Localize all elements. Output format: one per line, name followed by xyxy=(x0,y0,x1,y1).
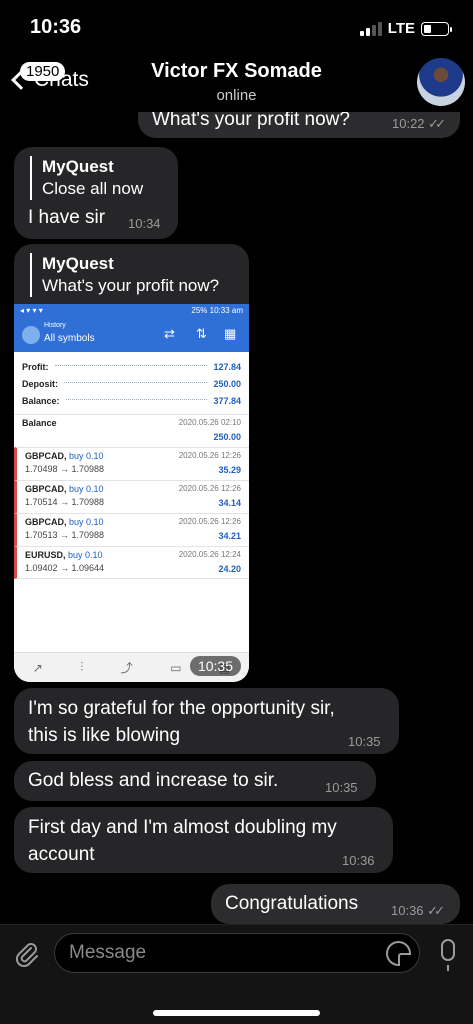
message-time: 10:35 xyxy=(189,656,241,676)
message-input[interactable] xyxy=(55,934,355,972)
battery-icon xyxy=(421,21,452,36)
home-indicator xyxy=(153,1010,320,1016)
chart-icon: ⫶ xyxy=(80,660,84,674)
message-text: Congratulations xyxy=(225,893,359,914)
chat-status: online xyxy=(216,87,257,104)
message-bubble-incoming[interactable]: God bless and increase to sir. 10:35 xyxy=(14,761,376,801)
app-logo-icon xyxy=(22,326,40,344)
message-text: I'm so grateful for the opportunity sir, xyxy=(28,698,335,719)
message-text: I have sir xyxy=(28,207,106,228)
signal-icon xyxy=(359,21,382,36)
network-label: LTE xyxy=(387,20,415,37)
history-icon: ▭ xyxy=(170,660,182,675)
quotes-icon: ↗ xyxy=(32,660,43,675)
trade-icon: ⤴ xyxy=(120,661,133,675)
image-attachment[interactable]: ◂ ▾ ▾ ▾ 25% 10:33 am History All symbols… xyxy=(14,304,249,682)
message-text: God bless and increase to sir. xyxy=(28,770,279,791)
message-time: 10:35 xyxy=(325,780,358,795)
paperclip-icon[interactable] xyxy=(12,939,40,968)
message-input-container xyxy=(54,933,420,973)
reply-author: MyQuest xyxy=(42,157,114,176)
message-text: this is like blowing xyxy=(28,725,181,746)
message-time: 10:22 xyxy=(392,116,425,131)
message-text: account xyxy=(28,844,95,865)
avatar[interactable] xyxy=(417,58,465,106)
microphone-icon[interactable] xyxy=(441,939,455,971)
message-bubble-incoming[interactable]: MyQuest Close all now I have sir 10:34 xyxy=(14,147,178,239)
status-bar: 10:36 LTE xyxy=(0,0,473,52)
message-time: 10:35 xyxy=(348,734,381,749)
reply-text: What's your profit now? xyxy=(42,276,220,295)
chat-title[interactable]: Victor FX Somade xyxy=(0,60,473,83)
message-text: First day and I'm almost doubling my xyxy=(28,817,337,838)
exchange-icon: ⇄ xyxy=(164,326,175,341)
message-bubble-outgoing[interactable]: Congratulations 10:36 ✓✓ xyxy=(211,884,460,924)
reply-quote[interactable]: MyQuest What's your profit now? xyxy=(30,253,219,297)
message-bubble-incoming[interactable]: I'm so grateful for the opportunity sir,… xyxy=(14,688,399,754)
chat-header: Chats 1950 Victor FX Somade online xyxy=(0,52,473,112)
message-bubble-incoming[interactable]: First day and I'm almost doubling my acc… xyxy=(14,807,393,873)
sticker-icon[interactable] xyxy=(386,941,411,966)
read-receipt-icon: ✓✓ xyxy=(427,903,445,918)
sort-icon: ⇅ xyxy=(196,326,207,341)
read-receipt-icon: ✓✓ xyxy=(428,116,446,131)
reply-text: Close all now xyxy=(42,179,144,198)
reply-author: MyQuest xyxy=(42,254,114,273)
message-composer xyxy=(0,924,473,1024)
image-status-text: 25% 10:33 am xyxy=(191,306,243,315)
message-time: 10:36 xyxy=(342,853,375,868)
message-time: 10:36 xyxy=(391,903,424,918)
calendar-icon: ▦ xyxy=(224,326,237,341)
clock: 10:36 xyxy=(30,16,82,38)
message-time: 10:34 xyxy=(128,216,161,231)
reply-quote[interactable]: MyQuest Close all now xyxy=(30,156,143,200)
